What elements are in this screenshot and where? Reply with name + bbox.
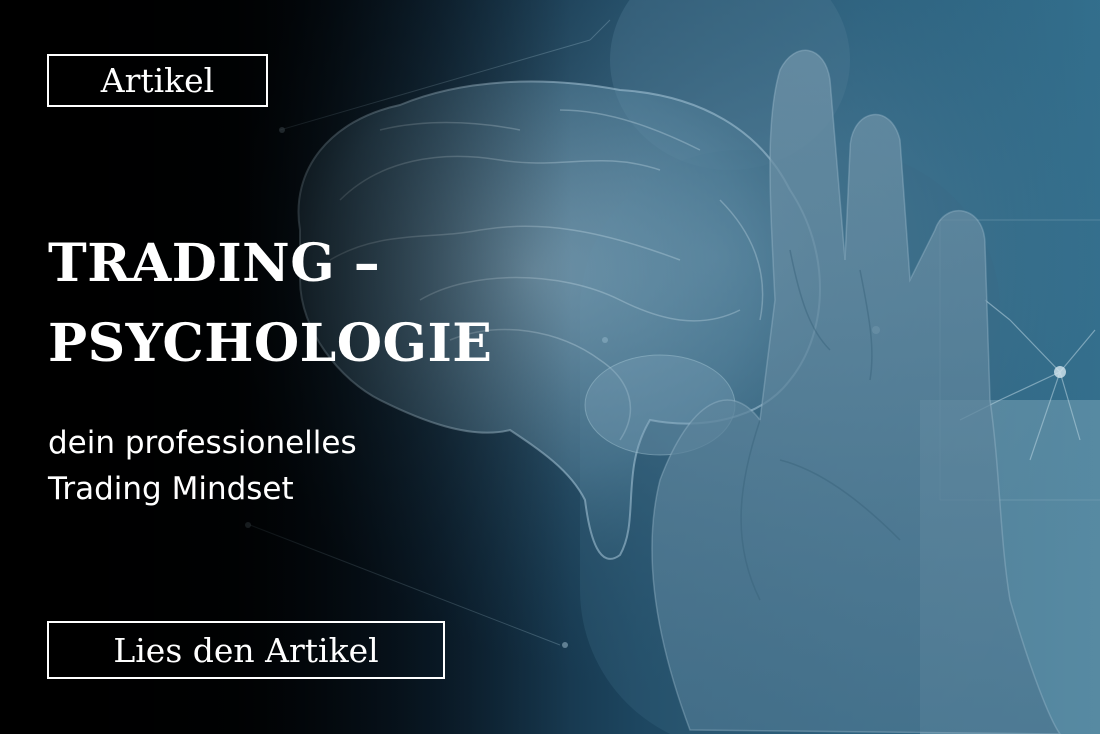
banner-title-line-2: PSYCHOLOGIE [48, 313, 493, 374]
read-article-button-label: Lies den Artikel [113, 630, 379, 670]
article-tag-badge: Artikel [47, 54, 268, 107]
banner-subtitle-line-2: Trading Mindset [48, 471, 294, 507]
article-tag-label: Artikel [100, 61, 215, 100]
banner-subtitle: dein professionelles Trading Mindset [48, 420, 357, 512]
article-banner: Artikel TRADING – PSYCHOLOGIE dein profe… [0, 0, 1100, 734]
banner-title: TRADING – PSYCHOLOGIE [48, 224, 492, 384]
banner-subtitle-line-1: dein professionelles [48, 425, 357, 461]
banner-title-line-1: TRADING – [48, 233, 381, 294]
read-article-button[interactable]: Lies den Artikel [47, 621, 445, 679]
